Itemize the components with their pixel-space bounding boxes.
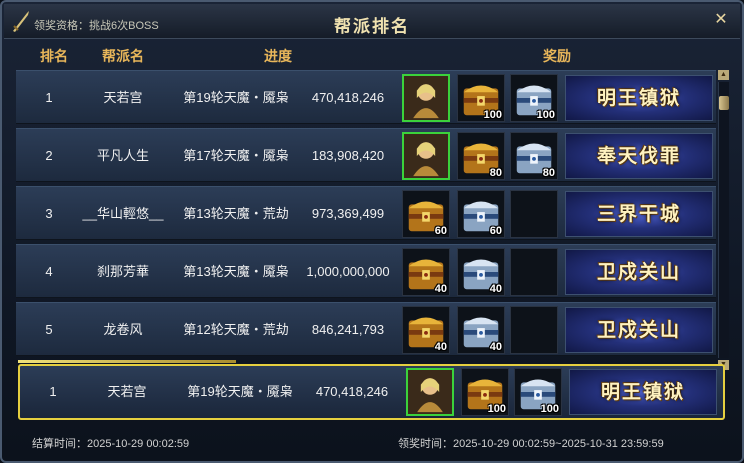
progress-text: 第19轮天魔・魇枭 bbox=[183, 90, 289, 105]
my-guild-row: 1 天若宫 第19轮天魔・魇枭 470,418,246 100 100 明王镇狱 bbox=[18, 364, 725, 420]
reward-quantity: 60 bbox=[489, 225, 502, 237]
reward-slot[interactable]: 100 bbox=[457, 74, 505, 122]
reward-slot[interactable]: 40 bbox=[402, 248, 450, 296]
damage-value: 470,418,246 bbox=[311, 90, 385, 105]
reward-quantity: 100 bbox=[487, 403, 506, 415]
empty-reward-slot bbox=[510, 190, 558, 238]
table-row[interactable]: 4 刹那芳華 第13轮天魔・魇枭 1,000,000,000 40 40 卫戍关山 bbox=[16, 244, 716, 298]
reward-quantity: 40 bbox=[434, 341, 447, 353]
header-reward: 奖励 bbox=[543, 48, 571, 64]
guild-name: 天若宫 bbox=[103, 90, 143, 105]
reward-slot[interactable]: 40 bbox=[402, 306, 450, 354]
rank-text: 2 bbox=[45, 148, 53, 163]
reward-quantity: 100 bbox=[483, 109, 502, 121]
claim-time: 领奖时间：2025-10-29 00:02:59~2025-10-31 23:5… bbox=[398, 438, 664, 450]
reward-slot[interactable]: 100 bbox=[514, 368, 562, 416]
title-reward-banner[interactable]: 明王镇狱 bbox=[569, 369, 717, 415]
reward-quantity: 40 bbox=[489, 341, 502, 353]
reward-slot[interactable]: 100 bbox=[461, 368, 509, 416]
divider bbox=[18, 360, 236, 363]
reward-slot[interactable]: 40 bbox=[457, 248, 505, 296]
damage-value: 470,418,246 bbox=[315, 384, 389, 399]
title-reward-banner[interactable]: 奉天伐罪 bbox=[565, 133, 713, 179]
reward-quantity: 100 bbox=[536, 109, 555, 121]
title-reward-banner[interactable]: 卫戍关山 bbox=[565, 307, 713, 353]
reward-slot[interactable]: 100 bbox=[510, 74, 558, 122]
header-progress: 进度 bbox=[264, 48, 292, 64]
progress-text: 第19轮天魔・魇枭 bbox=[187, 384, 293, 399]
rank-text: 1 bbox=[45, 90, 53, 105]
reward-slot[interactable]: 60 bbox=[457, 190, 505, 238]
header-guild-name: 帮派名 bbox=[102, 48, 144, 64]
table-row[interactable]: 5 龙卷风 第12轮天魔・荒劫 846,241,793 40 40 卫戍关山 bbox=[16, 302, 716, 356]
table-row[interactable]: 1 天若宫 第19轮天魔・魇枭 470,418,246 100 100 明王镇狱 bbox=[16, 70, 716, 124]
table-row[interactable]: 3 __华山輕悠__ 第13轮天魔・荒劫 973,369,499 60 60 三界干城 bbox=[16, 186, 716, 240]
close-icon[interactable]: ✕ bbox=[712, 11, 730, 29]
scroll-up-icon[interactable]: ▲ bbox=[718, 70, 729, 80]
ranking-list[interactable]: 1 天若宫 第19轮天魔・魇枭 470,418,246 100 100 明王镇狱 2 平凡人生第… bbox=[16, 70, 716, 360]
guild-name: 龙卷风 bbox=[103, 322, 143, 337]
table-row[interactable]: 2 平凡人生 第17轮天魔・魇枭 183,908,420 80 80 奉天伐罪 bbox=[16, 128, 716, 182]
guild-ranking-panel: 领奖资格：挑战6次BOSS 帮派排名 ✕ 排名 帮派名 进度 奖励 1 天若宫 第1… bbox=[0, 0, 744, 463]
empty-reward-slot bbox=[510, 248, 558, 296]
damage-value: 1,000,000,000 bbox=[306, 264, 390, 279]
guild-name: 平凡人生 bbox=[96, 148, 149, 163]
guild-name: __华山輕悠__ bbox=[82, 206, 164, 221]
reward-slot[interactable]: 60 bbox=[402, 190, 450, 238]
scrollbar[interactable]: ▲ ▼ bbox=[718, 70, 729, 370]
rank-text: 1 bbox=[49, 384, 57, 399]
reward-slot[interactable] bbox=[402, 132, 450, 180]
title-reward-banner[interactable]: 明王镇狱 bbox=[565, 75, 713, 121]
title-reward-banner[interactable]: 卫戍关山 bbox=[565, 249, 713, 295]
damage-value: 973,369,499 bbox=[311, 206, 385, 221]
guild-name: 天若宫 bbox=[107, 384, 147, 399]
reward-quantity: 40 bbox=[489, 283, 502, 295]
progress-text: 第17轮天魔・魇枭 bbox=[183, 148, 289, 163]
reward-quantity: 40 bbox=[434, 283, 447, 295]
title-reward-banner[interactable]: 三界干城 bbox=[565, 191, 713, 237]
reward-quantity: 60 bbox=[434, 225, 447, 237]
guild-name: 刹那芳華 bbox=[96, 264, 149, 279]
progress-text: 第12轮天魔・荒劫 bbox=[183, 322, 289, 337]
window-title: 帮派排名 bbox=[334, 17, 410, 36]
reward-slot[interactable] bbox=[406, 368, 454, 416]
reward-quantity: 80 bbox=[542, 167, 555, 179]
progress-text: 第13轮天魔・荒劫 bbox=[183, 206, 289, 221]
scroll-thumb[interactable] bbox=[719, 96, 729, 110]
header-rank: 排名 bbox=[40, 48, 68, 64]
rank-text: 4 bbox=[45, 264, 53, 279]
title-bar: 领奖资格：挑战6次BOSS 帮派排名 ✕ bbox=[4, 4, 740, 39]
reward-slot[interactable] bbox=[402, 74, 450, 122]
settle-time: 结算时间：2025-10-29 00:02:59 bbox=[32, 438, 190, 450]
damage-value: 846,241,793 bbox=[311, 322, 385, 337]
reward-slot[interactable]: 40 bbox=[457, 306, 505, 354]
rank-text: 5 bbox=[45, 322, 53, 337]
reward-slot[interactable]: 80 bbox=[457, 132, 505, 180]
reward-slot[interactable]: 80 bbox=[510, 132, 558, 180]
reward-quantity: 80 bbox=[489, 167, 502, 179]
damage-value: 183,908,420 bbox=[311, 148, 385, 163]
progress-text: 第13轮天魔・魇枭 bbox=[183, 264, 289, 279]
reward-quantity: 100 bbox=[540, 403, 559, 415]
empty-reward-slot bbox=[510, 306, 558, 354]
rank-text: 3 bbox=[45, 206, 53, 221]
